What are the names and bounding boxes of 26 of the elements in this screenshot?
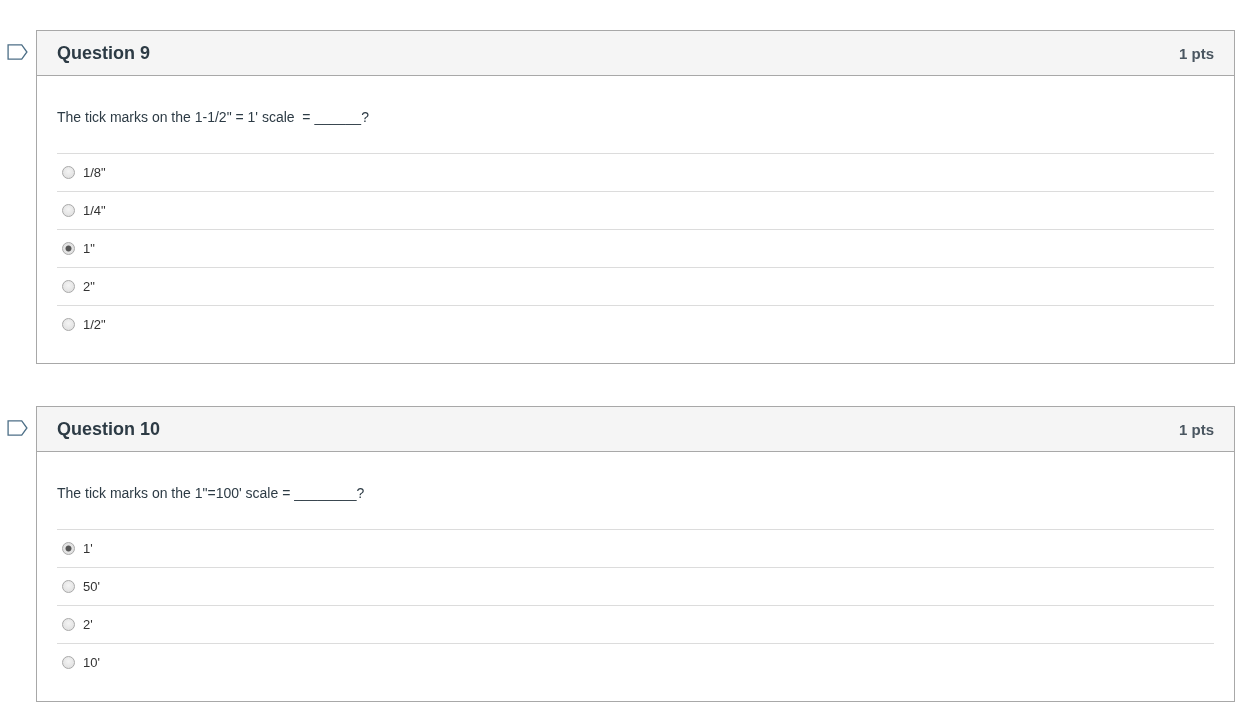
answer-label: 1/4" [83, 203, 106, 218]
radio-button[interactable] [62, 580, 75, 593]
radio-button[interactable] [62, 242, 75, 255]
answer-label: 1/8" [83, 165, 106, 180]
tag-icon[interactable] [7, 420, 28, 436]
answer-label: 1" [83, 241, 95, 256]
answer-label: 2" [83, 279, 95, 294]
radio-button[interactable] [62, 618, 75, 631]
question-text: The tick marks on the 1-1/2" = 1' scale = ______? [57, 108, 370, 127]
radio-button[interactable] [62, 204, 75, 217]
question-title: Question 9 [57, 42, 150, 64]
answer-label: 10' [83, 655, 100, 670]
answer-label: 2' [83, 617, 93, 632]
points-label: 1 pts [1179, 420, 1214, 438]
tag-icon[interactable] [7, 44, 28, 60]
answer-label: 1/2" [83, 317, 106, 332]
answer-label: 50' [83, 579, 100, 594]
question-text: The tick marks on the 1"=100' scale = ________? [57, 484, 366, 503]
question-title: Question 10 [57, 418, 161, 440]
radio-button[interactable] [62, 280, 75, 293]
radio-button[interactable] [62, 318, 75, 331]
radio-button[interactable] [62, 656, 75, 669]
radio-button[interactable] [62, 166, 75, 179]
points-label: 1 pts [1179, 44, 1214, 62]
answer-label: 1' [83, 541, 93, 556]
radio-button[interactable] [62, 542, 75, 555]
